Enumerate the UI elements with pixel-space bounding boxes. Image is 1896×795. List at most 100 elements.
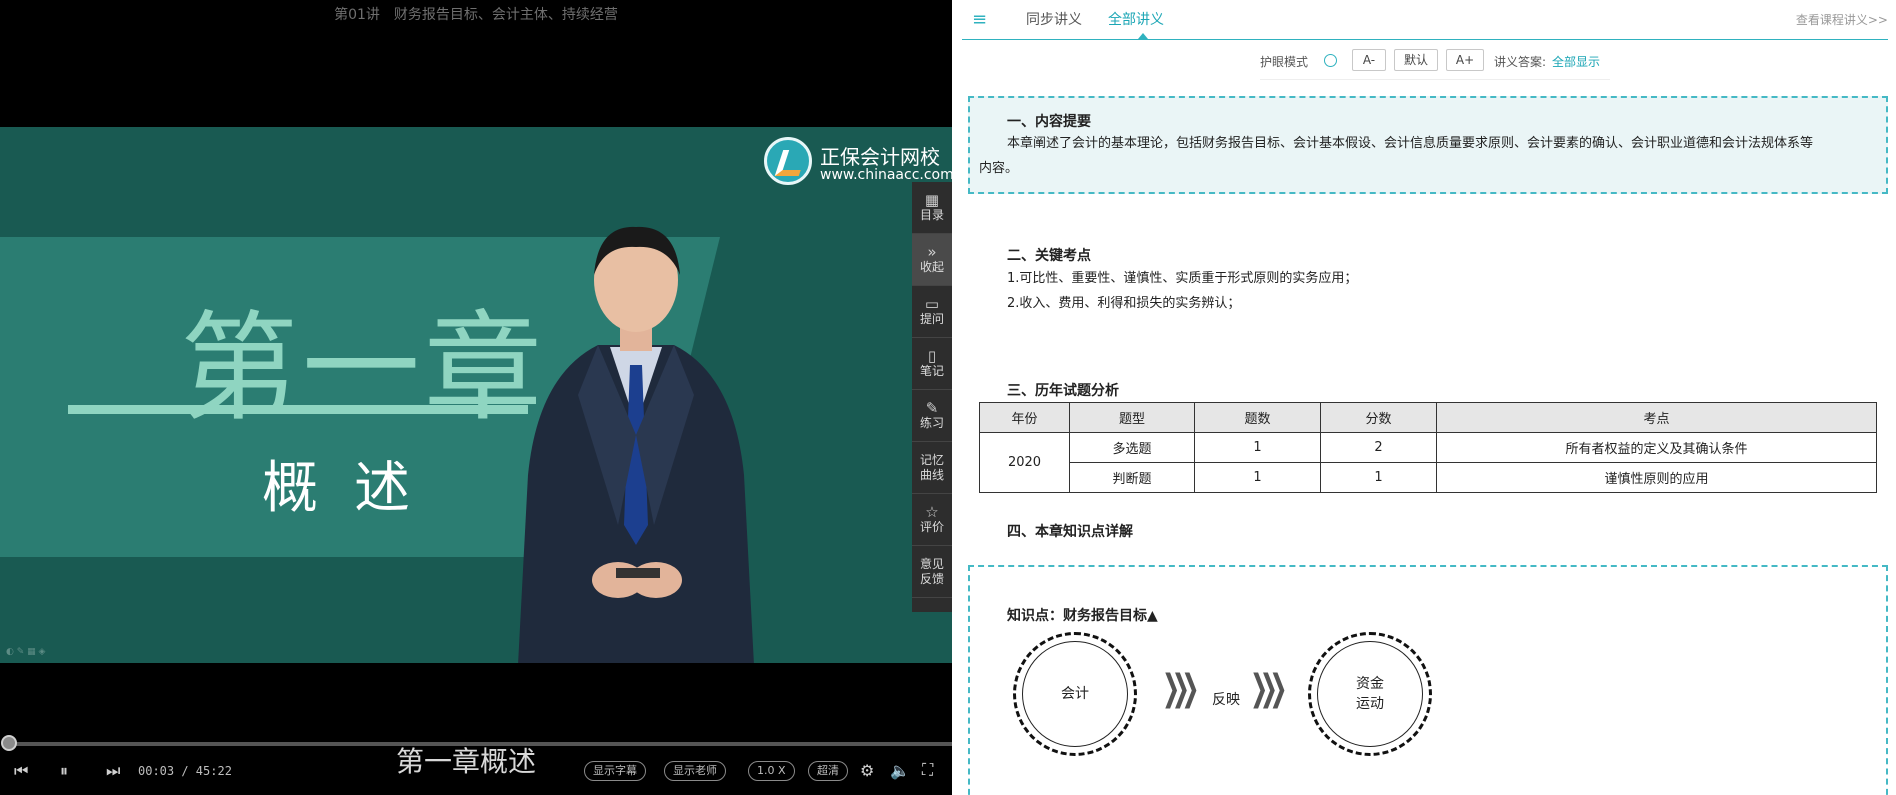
exercise-icon: ✎ <box>925 398 939 417</box>
tool-exercise[interactable]: ✎ 练习 <box>912 390 952 442</box>
tool-label: 曲线 <box>919 467 944 482</box>
pause-icon[interactable]: ⏸ <box>60 761 68 781</box>
video-frame[interactable]: 第一章 概述 正保会计网校 www.chinaacc.com ◐ ✎ ▦ ◈ <box>0 127 952 663</box>
reading-toolbar: 护眼模式 A- 默认 A+ 讲义答案: 全部显示 <box>1260 48 1610 80</box>
collapse-icon: » <box>927 242 937 261</box>
tool-collapse[interactable]: » 收起 <box>912 234 952 286</box>
table-row: 2020 多选题 1 2 所有者权益的定义及其确认条件 <box>979 432 1877 493</box>
chapter-underline <box>68 405 528 414</box>
note-icon: ▯ <box>927 346 937 365</box>
chevron-right-icon: ❯❯❯ <box>1250 668 1287 709</box>
chevron-right-icon: ❯❯❯ <box>1162 668 1199 709</box>
chapter-subtitle: 概述 <box>262 456 446 521</box>
fullscreen-icon[interactable]: ⛶ <box>922 760 933 780</box>
column-header: 题型 <box>1069 402 1195 433</box>
view-course-handout-link[interactable]: 查看课程讲义>> <box>1796 11 1888 28</box>
quality-button[interactable]: 超清 <box>808 761 848 781</box>
table-row: 判断题 1 1 谨慎性原则的应用 <box>980 462 1877 493</box>
tool-label: 记忆 <box>919 452 944 467</box>
tool-label: 练习 <box>919 415 944 430</box>
key-point-item: 2.收入、费用、利得和损失的实务辨认； <box>1007 296 1241 311</box>
table-cell: 判断题 <box>1069 462 1195 493</box>
table-cell: 2 <box>1320 432 1437 463</box>
progress-knob[interactable] <box>0 735 17 751</box>
logo-url: www.chinaacc.com <box>820 167 952 183</box>
tool-label: 评价 <box>919 519 944 534</box>
section-heading: 二、关键考点 <box>1007 248 1091 264</box>
video-player[interactable]: 第01讲 财务报告目标、会计主体、持续经营 第一章 概述 正保会计网校 www.… <box>0 0 952 795</box>
table-cell: 1 <box>1194 432 1321 463</box>
tool-notes[interactable]: ▯ 笔记 <box>912 338 952 390</box>
circle-label: 资金 <box>1356 676 1384 692</box>
logo-name: 正保会计网校 <box>820 145 940 169</box>
tab-all-handout[interactable]: 全部讲义 <box>1108 9 1164 29</box>
tab-sync-handout[interactable]: 同步讲义 <box>1026 9 1082 29</box>
exam-analysis-table: 年份 题型 题数 分数 考点 2020 多选题 1 2 所有者权益的定义及其确认… <box>979 402 1877 493</box>
menu-icon[interactable]: ≡ <box>972 9 987 30</box>
circle-label: 会计 <box>1022 641 1128 747</box>
presenter-figure <box>518 226 754 663</box>
summary-line: 本章阐述了会计的基本理论，包括财务报告目标、会计基本假设、会计信息质量要求原则、… <box>1007 136 1814 151</box>
star-icon: ☆ <box>925 502 939 521</box>
tool-feedback[interactable]: 意见 反馈 <box>912 546 952 598</box>
tool-label: 提问 <box>919 311 944 326</box>
knowledge-point-title: 知识点：财务报告目标▲ <box>1007 608 1158 624</box>
reflect-label: 反映 <box>1212 692 1240 708</box>
circle-label: 运动 <box>1356 696 1384 712</box>
column-header: 年份 <box>979 402 1070 433</box>
side-toolbar: ▦ 目录 » 收起 ▭ 提问 ▯ 笔记 ✎ 练习 记忆 曲线 ☆ 评价 意见 反 <box>912 182 952 612</box>
table-cell: 谨慎性原则的应用 <box>1436 462 1877 493</box>
tool-rate[interactable]: ☆ 评价 <box>912 494 952 546</box>
school-logo-icon <box>764 137 812 185</box>
font-larger-button[interactable]: A+ <box>1446 49 1484 71</box>
tool-label: 目录 <box>919 207 944 222</box>
tool-label: 收起 <box>919 259 944 274</box>
volume-icon[interactable]: 🔈 <box>890 761 910 780</box>
column-header: 题数 <box>1194 402 1321 433</box>
previous-icon[interactable]: ⏮ <box>14 761 28 781</box>
circle-label-group: 资金 运动 <box>1317 641 1423 747</box>
summary-line: 内容。 <box>979 161 1019 176</box>
section-heading: 一、内容提要 <box>1007 114 1091 130</box>
speed-button[interactable]: 1.0 X <box>748 761 795 781</box>
grid-icon: ▦ <box>924 190 940 209</box>
question-icon: ▭ <box>924 294 940 313</box>
tool-question[interactable]: ▭ 提问 <box>912 286 952 338</box>
eye-mode-toggle[interactable] <box>1324 54 1337 67</box>
lecture-title: 第01讲 财务报告目标、会计主体、持续经营 <box>334 7 618 23</box>
subtitle-toggle-button[interactable]: 显示字幕 <box>584 761 646 781</box>
year-cell: 2020 <box>979 432 1070 493</box>
table-cell: 1 <box>1194 462 1321 493</box>
tool-label: 反馈 <box>919 571 944 586</box>
answer-display-link[interactable]: 全部显示 <box>1552 53 1600 70</box>
active-tab-caret <box>1138 33 1148 39</box>
capital-movement-circle: 资金 运动 <box>1308 632 1432 756</box>
next-icon[interactable]: ⏭ <box>106 761 120 781</box>
section-heading: 三、历年试题分析 <box>1007 383 1119 399</box>
table-header-row: 年份 题型 题数 分数 考点 <box>979 402 1877 433</box>
handout-topbar: ≡ 同步讲义 全部讲义 查看课程讲义>> <box>962 0 1888 40</box>
tool-memory-curve[interactable]: 记忆 曲线 <box>912 442 952 494</box>
tool-label: 意见 <box>919 556 944 571</box>
section-heading: 四、本章知识点详解 <box>1007 524 1133 540</box>
chapter-title: 第一章 <box>180 299 547 437</box>
answer-label: 讲义答案: <box>1494 55 1547 69</box>
time-display: 00:03 / 45:22 <box>138 764 232 778</box>
gear-icon[interactable]: ⚙ <box>860 761 874 780</box>
accounting-circle: 会计 <box>1013 632 1137 756</box>
handout-panel: ≡ 同步讲义 全部讲义 查看课程讲义>> 护眼模式 A- 默认 A+ 讲义答案:… <box>952 0 1896 795</box>
key-point-item: 1.可比性、重要性、谨慎性、实质重于形式原则的实务应用； <box>1007 271 1358 286</box>
tool-label: 笔记 <box>919 363 944 378</box>
column-header: 考点 <box>1436 402 1877 433</box>
column-header: 分数 <box>1320 402 1437 433</box>
overlay-icons: ◐ ✎ ▦ ◈ <box>6 647 46 657</box>
player-controls: ⏮ ⏸ ⏭ 00:03 / 45:22 显示字幕 显示老师 1.0 X 超清 ⚙… <box>0 760 952 786</box>
table-cell: 所有者权益的定义及其确认条件 <box>1436 432 1877 463</box>
font-default-button[interactable]: 默认 <box>1394 49 1438 71</box>
font-smaller-button[interactable]: A- <box>1352 49 1386 71</box>
table-cell: 多选题 <box>1069 432 1195 463</box>
tool-catalog[interactable]: ▦ 目录 <box>912 182 952 234</box>
teacher-toggle-button[interactable]: 显示老师 <box>664 761 726 781</box>
table-cell: 1 <box>1320 462 1437 493</box>
eye-mode-label: 护眼模式 <box>1260 55 1309 69</box>
